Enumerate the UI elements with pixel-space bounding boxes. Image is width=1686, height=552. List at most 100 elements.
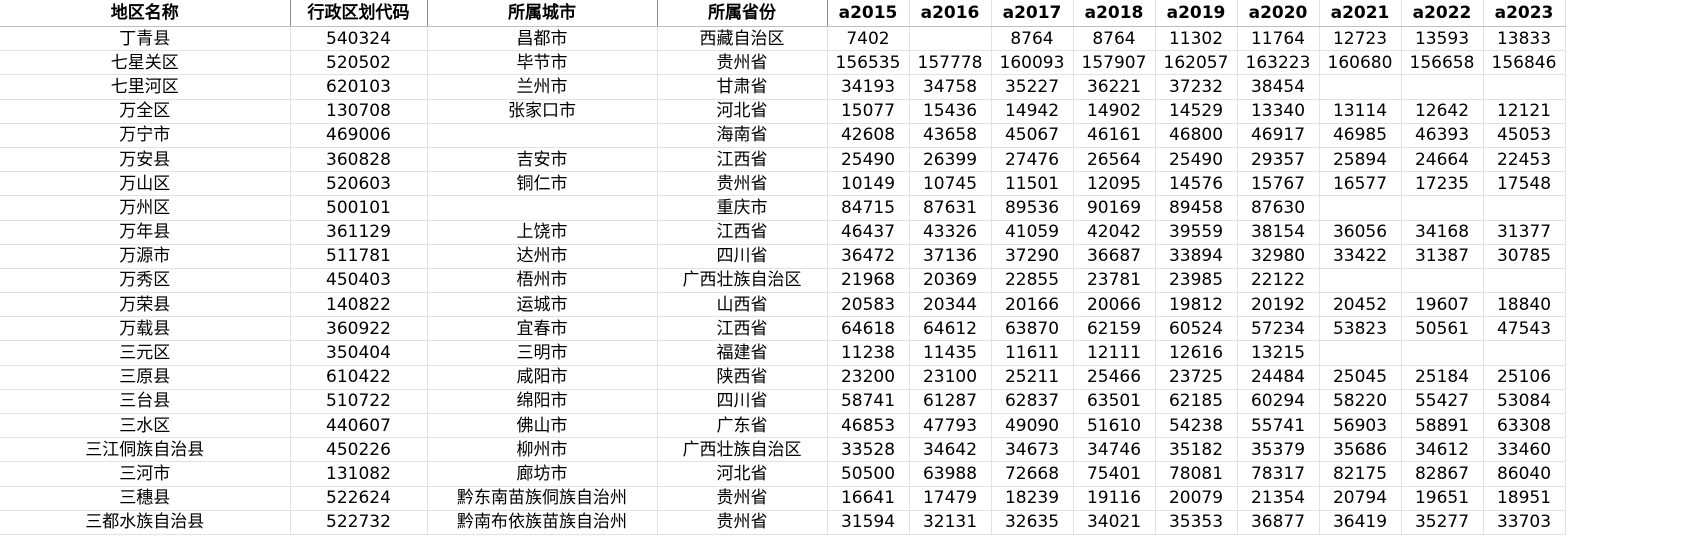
table-cell[interactable] bbox=[909, 26, 992, 52]
table-cell[interactable]: 七星关区 bbox=[0, 50, 291, 76]
table-cell[interactable]: 46437 bbox=[827, 220, 910, 245]
table-cell[interactable]: 12121 bbox=[1483, 99, 1566, 124]
table-cell[interactable]: 廊坊市 bbox=[427, 461, 658, 487]
table-cell[interactable]: 19607 bbox=[1401, 292, 1484, 318]
column-header[interactable]: 所属城市 bbox=[427, 0, 658, 27]
table-cell[interactable]: 海南省 bbox=[657, 123, 828, 148]
table-cell[interactable]: 21354 bbox=[1237, 486, 1320, 511]
table-cell[interactable]: 21968 bbox=[827, 268, 910, 294]
table-cell[interactable] bbox=[1319, 268, 1402, 294]
table-cell[interactable]: 42608 bbox=[827, 123, 910, 148]
column-header[interactable]: 行政区划代码 bbox=[290, 0, 428, 27]
table-cell[interactable]: 82867 bbox=[1401, 461, 1484, 487]
table-cell[interactable]: 22122 bbox=[1237, 268, 1320, 294]
table-cell[interactable]: 22855 bbox=[991, 268, 1074, 294]
table-cell[interactable]: 63870 bbox=[991, 316, 1074, 342]
table-cell[interactable]: 吉安市 bbox=[427, 147, 658, 173]
table-cell[interactable]: 贵州省 bbox=[657, 510, 828, 535]
table-cell[interactable]: 53084 bbox=[1483, 389, 1566, 415]
table-cell[interactable]: 25490 bbox=[1155, 147, 1238, 173]
table-cell[interactable]: 39559 bbox=[1155, 220, 1238, 245]
table-cell[interactable]: 55741 bbox=[1237, 413, 1320, 439]
table-cell[interactable]: 20794 bbox=[1319, 486, 1402, 511]
table-cell[interactable]: 毕节市 bbox=[427, 50, 658, 76]
table-cell[interactable]: 26399 bbox=[909, 147, 992, 173]
table-cell[interactable]: 20079 bbox=[1155, 486, 1238, 511]
table-cell[interactable]: 36221 bbox=[1073, 74, 1156, 100]
table-cell[interactable]: 87630 bbox=[1237, 195, 1320, 221]
table-cell[interactable]: 11611 bbox=[991, 340, 1074, 366]
table-cell[interactable]: 江西省 bbox=[657, 220, 828, 245]
table-cell[interactable]: 350404 bbox=[290, 340, 428, 366]
table-cell[interactable]: 8764 bbox=[991, 26, 1074, 52]
table-cell[interactable]: 17479 bbox=[909, 486, 992, 511]
table-cell[interactable]: 32635 bbox=[991, 510, 1074, 535]
table-cell[interactable]: 13114 bbox=[1319, 99, 1402, 124]
table-cell[interactable]: 15436 bbox=[909, 99, 992, 124]
table-cell[interactable]: 19116 bbox=[1073, 486, 1156, 511]
table-cell[interactable]: 西藏自治区 bbox=[657, 26, 828, 52]
table-cell[interactable] bbox=[1401, 340, 1484, 366]
table-cell[interactable]: 43326 bbox=[909, 220, 992, 245]
table-cell[interactable]: 江西省 bbox=[657, 147, 828, 173]
table-cell[interactable]: 广东省 bbox=[657, 413, 828, 439]
table-cell[interactable]: 36056 bbox=[1319, 220, 1402, 245]
table-cell[interactable]: 157907 bbox=[1073, 50, 1156, 76]
table-cell[interactable]: 梧州市 bbox=[427, 268, 658, 294]
table-cell[interactable]: 咸阳市 bbox=[427, 365, 658, 390]
table-cell[interactable]: 20583 bbox=[827, 292, 910, 318]
table-cell[interactable]: 陕西省 bbox=[657, 365, 828, 390]
table-cell[interactable]: 157778 bbox=[909, 50, 992, 76]
table-cell[interactable]: 18239 bbox=[991, 486, 1074, 511]
table-cell[interactable]: 450403 bbox=[290, 268, 428, 294]
table-cell[interactable]: 三都水族自治县 bbox=[0, 510, 291, 535]
column-header[interactable]: a2022 bbox=[1401, 0, 1484, 27]
table-cell[interactable]: 90169 bbox=[1073, 195, 1156, 221]
table-cell[interactable]: 33703 bbox=[1483, 510, 1566, 535]
table-cell[interactable]: 31377 bbox=[1483, 220, 1566, 245]
table-cell[interactable]: 46161 bbox=[1073, 123, 1156, 148]
table-cell[interactable]: 156658 bbox=[1401, 50, 1484, 76]
table-cell[interactable]: 38454 bbox=[1237, 74, 1320, 100]
table-cell[interactable]: 160093 bbox=[991, 50, 1074, 76]
table-cell[interactable]: 43658 bbox=[909, 123, 992, 148]
table-cell[interactable]: 23200 bbox=[827, 365, 910, 390]
table-cell[interactable]: 25045 bbox=[1319, 365, 1402, 390]
table-cell[interactable]: 62185 bbox=[1155, 389, 1238, 415]
table-cell[interactable]: 23781 bbox=[1073, 268, 1156, 294]
table-cell[interactable]: 37136 bbox=[909, 244, 992, 269]
table-cell[interactable]: 万年县 bbox=[0, 220, 291, 245]
table-cell[interactable] bbox=[1483, 340, 1566, 366]
table-cell[interactable]: 25466 bbox=[1073, 365, 1156, 390]
table-cell[interactable]: 25184 bbox=[1401, 365, 1484, 390]
table-cell[interactable]: 三明市 bbox=[427, 340, 658, 366]
table-cell[interactable]: 13833 bbox=[1483, 26, 1566, 52]
table-cell[interactable]: 510722 bbox=[290, 389, 428, 415]
table-cell[interactable]: 26564 bbox=[1073, 147, 1156, 173]
table-cell[interactable]: 36687 bbox=[1073, 244, 1156, 269]
table-cell[interactable]: 72668 bbox=[991, 461, 1074, 487]
table-cell[interactable]: 35379 bbox=[1237, 437, 1320, 463]
table-cell[interactable]: 七里河区 bbox=[0, 74, 291, 100]
table-cell[interactable] bbox=[427, 123, 658, 148]
table-cell[interactable]: 15767 bbox=[1237, 171, 1320, 197]
table-cell[interactable]: 万秀区 bbox=[0, 268, 291, 294]
table-cell[interactable]: 31594 bbox=[827, 510, 910, 535]
table-cell[interactable]: 58891 bbox=[1401, 413, 1484, 439]
table-cell[interactable]: 万源市 bbox=[0, 244, 291, 269]
column-header[interactable]: a2017 bbox=[991, 0, 1074, 27]
table-cell[interactable]: 17548 bbox=[1483, 171, 1566, 197]
column-header[interactable]: a2015 bbox=[827, 0, 910, 27]
table-cell[interactable]: 佛山市 bbox=[427, 413, 658, 439]
table-cell[interactable]: 16577 bbox=[1319, 171, 1402, 197]
column-header[interactable]: 所属省份 bbox=[657, 0, 828, 27]
table-cell[interactable]: 贵州省 bbox=[657, 486, 828, 511]
table-cell[interactable]: 35353 bbox=[1155, 510, 1238, 535]
table-cell[interactable]: 黔东南苗族侗族自治州 bbox=[427, 486, 658, 511]
table-cell[interactable]: 黔南布依族苗族自治州 bbox=[427, 510, 658, 535]
table-cell[interactable]: 34642 bbox=[909, 437, 992, 463]
table-cell[interactable]: 34612 bbox=[1401, 437, 1484, 463]
table-cell[interactable]: 35686 bbox=[1319, 437, 1402, 463]
table-cell[interactable]: 35227 bbox=[991, 74, 1074, 100]
table-cell[interactable]: 24664 bbox=[1401, 147, 1484, 173]
